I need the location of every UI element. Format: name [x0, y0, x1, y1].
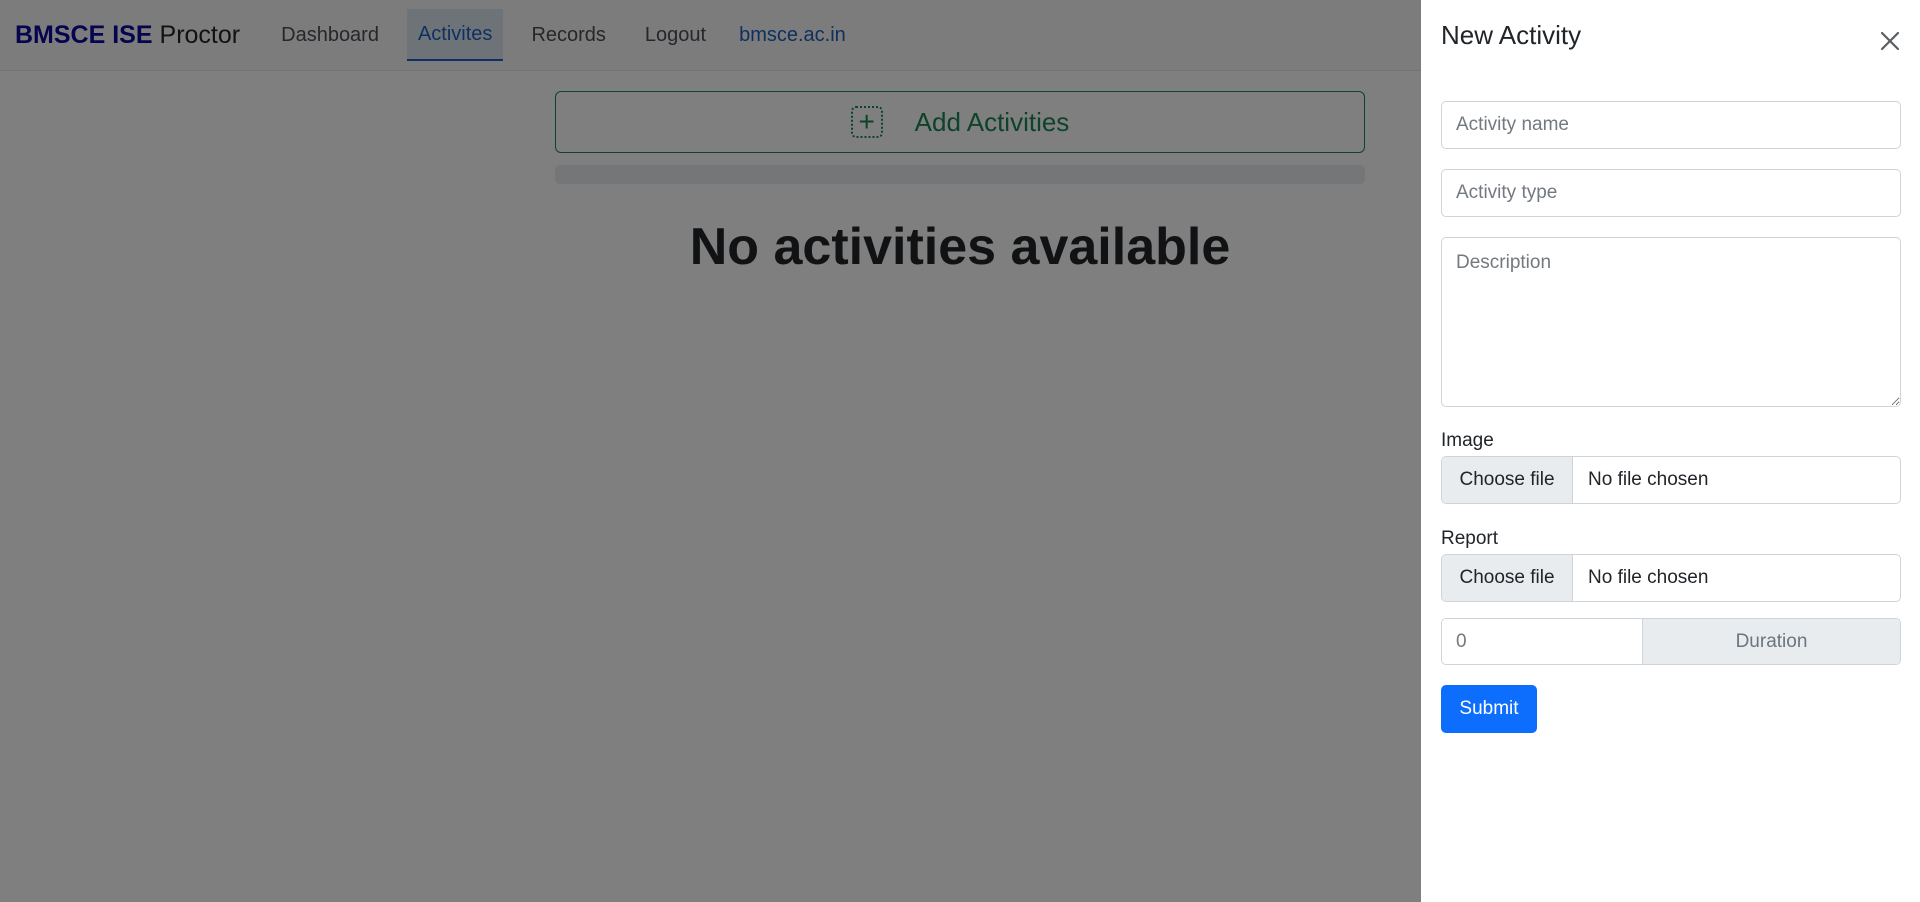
report-label: Report [1441, 528, 1499, 549]
panel-title: New Activity [1441, 20, 1582, 50]
duration-input[interactable] [1442, 619, 1643, 664]
activity-name-input[interactable] [1441, 101, 1901, 149]
image-choose-file-button[interactable]: Choose file [1442, 457, 1573, 503]
submit-button[interactable]: Submit [1441, 685, 1537, 733]
image-file-input[interactable]: Choose file No file chosen [1441, 456, 1901, 504]
image-label: Image [1441, 430, 1494, 451]
image-file-status: No file chosen [1588, 469, 1709, 490]
report-file-status: No file chosen [1588, 567, 1709, 588]
report-choose-file-button[interactable]: Choose file [1442, 555, 1573, 601]
report-file-input[interactable]: Choose file No file chosen [1441, 554, 1901, 602]
activity-type-input[interactable] [1441, 169, 1901, 217]
duration-input-group: Duration [1441, 618, 1901, 665]
description-textarea[interactable] [1441, 237, 1901, 407]
close-icon[interactable] [1875, 26, 1905, 56]
duration-addon: Duration [1643, 619, 1900, 664]
new-activity-panel: New Activity Image Choose file No file c… [1421, 0, 1920, 902]
